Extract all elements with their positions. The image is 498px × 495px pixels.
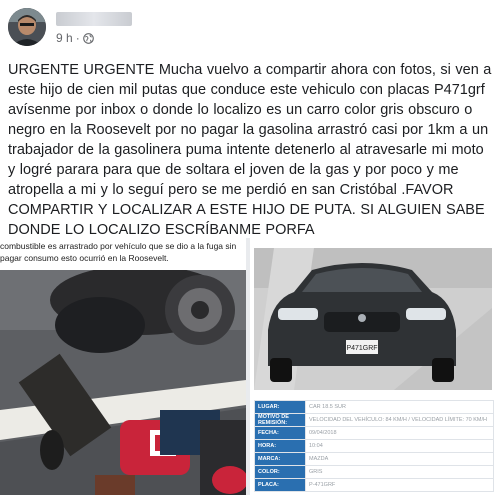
info-key: COLOR:: [254, 465, 306, 479]
info-key: FECHA:: [254, 426, 306, 440]
info-key: MOTIVO DE REMISIÓN:: [254, 413, 306, 427]
info-value: CAR 18.5 SUR: [305, 400, 494, 414]
info-value: MAZDA: [305, 452, 494, 466]
info-key: HORA:: [254, 439, 306, 453]
post-timestamp[interactable]: 9 h: [56, 31, 73, 45]
globe-icon: [82, 32, 94, 44]
meta-separator: ·: [75, 31, 80, 45]
info-row: LUGAR: CAR 18.5 SUR: [254, 400, 494, 414]
camera-capture-panel[interactable]: P471GRF LUGAR: CAR 18.5 SUR MOTIVO DE REMI…: [250, 238, 498, 495]
post-media[interactable]: combustible es arrastrado por vehículo q…: [0, 238, 498, 495]
info-row: PLACA: P-471GRF: [254, 478, 494, 492]
news-screenshot-photo[interactable]: combustible es arrastrado por vehículo q…: [0, 238, 246, 495]
info-row: HORA: 10:04: [254, 439, 494, 453]
info-key: LUGAR:: [254, 400, 306, 414]
news-caption: combustible es arrastrado por vehículo q…: [0, 241, 237, 263]
post-body-text: URGENTE URGENTE Mucha vuelvo a compartir…: [8, 62, 492, 238]
info-row: MARCA: MAZDA: [254, 452, 494, 466]
license-plate: P471GRF: [346, 345, 377, 352]
post-header: 9 h ·: [0, 0, 498, 52]
info-value: 10:04: [305, 439, 494, 453]
author-name-redacted[interactable]: [56, 12, 132, 26]
info-value: GRIS: [305, 465, 494, 479]
author-avatar[interactable]: [8, 8, 46, 46]
info-value: VELOCIDAD DEL VEHÍCULO: 84 KM/H / VELOCI…: [305, 413, 494, 427]
post-meta: 9 h ·: [56, 31, 94, 45]
info-value: P-471GRF: [305, 478, 494, 492]
info-row: COLOR: GRIS: [254, 465, 494, 479]
info-row: FECHA: 09/04/2018: [254, 426, 494, 440]
car-photo: P471GRF: [254, 248, 492, 390]
capture-info-table: LUGAR: CAR 18.5 SUR MOTIVO DE REMISIÓN: VEL…: [254, 400, 494, 492]
incident-photo: [0, 270, 246, 495]
info-value: 09/04/2018: [305, 426, 494, 440]
info-key: PLACA:: [254, 478, 306, 492]
info-key: MARCA:: [254, 452, 306, 466]
info-row: MOTIVO DE REMISIÓN: VELOCIDAD DEL VEHÍCUL…: [254, 413, 494, 427]
